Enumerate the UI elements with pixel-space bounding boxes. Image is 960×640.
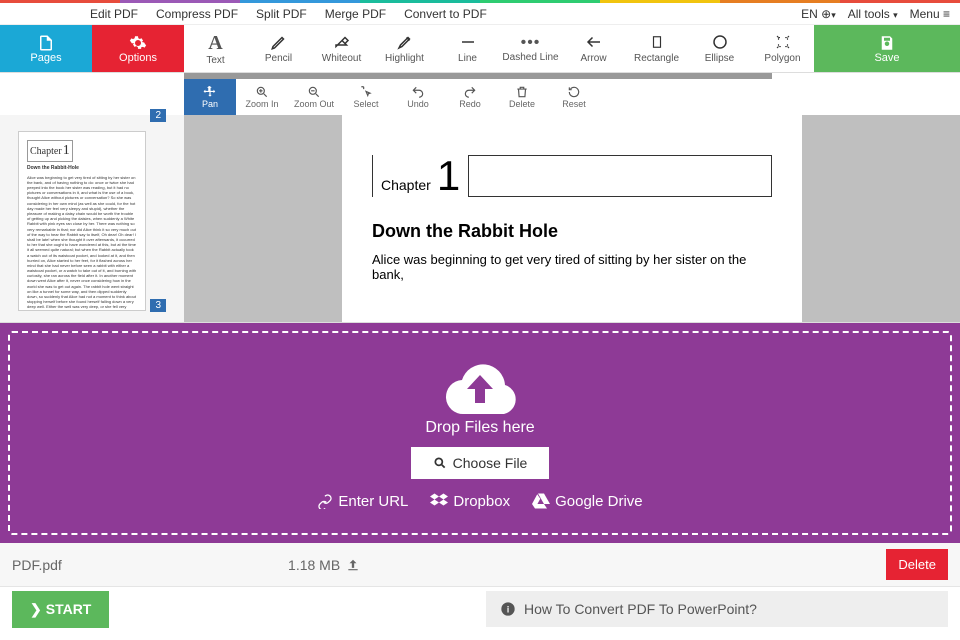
workspace: 2 Chapter 1 Down the Rabbit-Hole Alice w… <box>0 115 960 323</box>
page-badge-2[interactable]: 2 <box>150 109 166 122</box>
main-menu[interactable]: Menu ≡ <box>910 7 950 21</box>
etool-select[interactable]: Select <box>340 79 392 115</box>
tool-line[interactable]: Line <box>436 25 499 72</box>
page-view: Chapter1 Down the Rabbit Hole Alice was … <box>342 115 802 322</box>
delete-button[interactable]: Delete <box>886 549 948 580</box>
etool-reset[interactable]: Reset <box>548 79 600 115</box>
page-heading: Down the Rabbit Hole <box>372 221 772 242</box>
tool-polygon[interactable]: Polygon <box>751 25 814 72</box>
file-size: 1.18 MB <box>288 557 360 573</box>
dropzone[interactable]: Drop Files here Choose File Enter URL Dr… <box>0 323 960 543</box>
all-tools[interactable]: All tools ▾ <box>848 7 898 21</box>
main-toolbar: Pages Options AText Pencil Whiteout High… <box>0 25 960 73</box>
drop-label: Drop Files here <box>425 419 534 437</box>
pages-icon <box>37 34 55 52</box>
tool-ellipse[interactable]: Ellipse <box>688 25 751 72</box>
lang-select[interactable]: EN ⊕▾ <box>801 7 836 21</box>
tool-arrow[interactable]: Arrow <box>562 25 625 72</box>
tool-pencil[interactable]: Pencil <box>247 25 310 72</box>
link-icon <box>317 493 333 509</box>
bottom-bar: ❯START iHow To Convert PDF To PowerPoint… <box>0 587 960 631</box>
svg-text:i: i <box>507 604 510 614</box>
upload-icon <box>346 558 360 572</box>
page-text: Alice was beginning to get very tired of… <box>372 252 772 282</box>
menu-merge-pdf[interactable]: Merge PDF <box>325 7 386 21</box>
menu-compress-pdf[interactable]: Compress PDF <box>156 7 238 21</box>
start-button[interactable]: ❯START <box>12 591 109 628</box>
etool-delete[interactable]: Delete <box>496 79 548 115</box>
tool-dashed[interactable]: •••Dashed Line <box>499 25 562 72</box>
choose-file-button[interactable]: Choose File <box>411 447 550 479</box>
enter-url-link[interactable]: Enter URL <box>317 493 408 510</box>
thumb-text: Alice was beginning to get very tired of… <box>27 175 137 311</box>
editor-toolbar: Pan Zoom In Zoom Out Select Undo Redo De… <box>184 79 960 115</box>
etool-pan[interactable]: Pan <box>184 79 236 115</box>
dropbox-link[interactable]: Dropbox <box>430 493 510 510</box>
dropbox-icon <box>430 493 448 509</box>
gdrive-icon <box>532 493 550 509</box>
file-row: PDF.pdf 1.18 MB Delete <box>0 543 960 587</box>
search-icon <box>433 456 447 470</box>
top-menu: Edit PDF Compress PDF Split PDF Merge PD… <box>0 3 960 25</box>
gdrive-link[interactable]: Google Drive <box>532 493 643 510</box>
page-badge-3[interactable]: 3 <box>150 299 166 312</box>
menu-convert-pdf[interactable]: Convert to PDF <box>404 7 487 21</box>
etool-zoomout[interactable]: Zoom Out <box>288 79 340 115</box>
gear-icon <box>129 34 147 52</box>
etool-redo[interactable]: Redo <box>444 79 496 115</box>
howto-panel[interactable]: iHow To Convert PDF To PowerPoint? <box>486 591 948 627</box>
tool-text[interactable]: AText <box>184 25 247 72</box>
save-button[interactable]: Save <box>814 25 960 72</box>
menu-edit-pdf[interactable]: Edit PDF <box>90 7 138 21</box>
info-icon: i <box>500 601 516 617</box>
tool-whiteout[interactable]: Whiteout <box>310 25 373 72</box>
cloud-upload-icon <box>435 357 525 419</box>
file-name: PDF.pdf <box>12 557 62 573</box>
tool-highlight[interactable]: Highlight <box>373 25 436 72</box>
save-icon <box>878 34 896 52</box>
page-thumbnail[interactable]: Chapter 1 Down the Rabbit-Hole Alice was… <box>18 131 146 311</box>
menu-split-pdf[interactable]: Split PDF <box>256 7 307 21</box>
canvas[interactable]: Chapter1 Down the Rabbit Hole Alice was … <box>184 115 960 322</box>
etool-zoomin[interactable]: Zoom In <box>236 79 288 115</box>
pages-button[interactable]: Pages <box>0 25 92 72</box>
tool-rect[interactable]: Rectangle <box>625 25 688 72</box>
chevron-right-icon: ❯ <box>30 601 42 618</box>
options-button[interactable]: Options <box>92 25 184 72</box>
thumbnail-panel: 2 Chapter 1 Down the Rabbit-Hole Alice w… <box>0 115 184 322</box>
etool-undo[interactable]: Undo <box>392 79 444 115</box>
